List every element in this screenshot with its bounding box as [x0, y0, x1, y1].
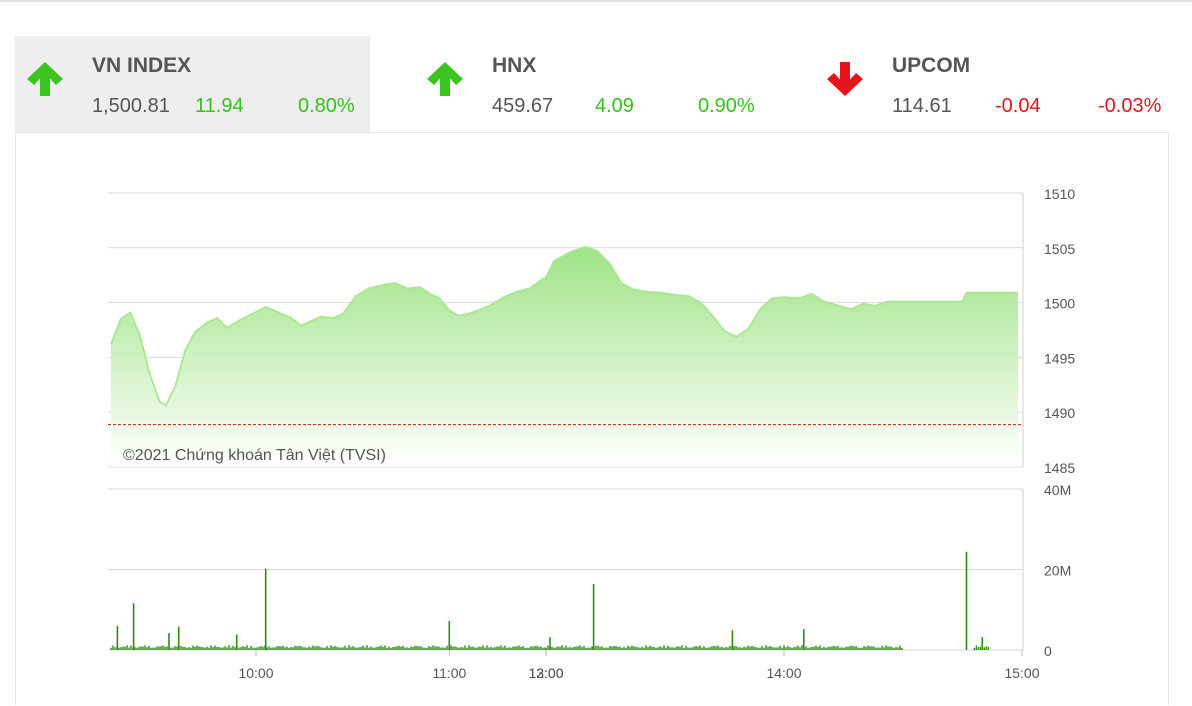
index-value: 459.67	[492, 95, 554, 117]
arrow-up-icon	[427, 62, 463, 96]
index-change: 4.09	[595, 95, 634, 117]
arrow-up-icon	[27, 62, 63, 96]
arrow-down-icon	[827, 62, 863, 96]
price-axis-label: 1510	[1044, 186, 1075, 202]
chart-panel: 1510 1505 1500 1495 1490 1485 ©2021 Chứng khoá…	[15, 132, 1169, 705]
index-name: UPCOM	[892, 54, 971, 77]
index-change: 11.94	[195, 95, 244, 117]
index-value: 1,500.81	[92, 95, 170, 117]
x-axis-label: 10:00	[238, 665, 273, 681]
volume-axis-label: 0	[1044, 643, 1052, 659]
index-value: 114.61	[892, 95, 952, 117]
index-tab-vn-index[interactable]: VN INDEX 1,500.81 11.94 0.80%	[15, 36, 370, 132]
x-axis-label: 11:00	[432, 665, 466, 681]
top-divider	[0, 0, 1192, 2]
index-change: -0.04	[995, 95, 1041, 117]
copyright-label: ©2021 Chứng khoán Tân Việt (TVSI)	[123, 447, 386, 464]
x-axis-label: 15:00	[1004, 665, 1039, 681]
index-tab-upcom[interactable]: UPCOM 114.61 -0.04 -0.03%	[815, 36, 1170, 132]
index-percent: 0.80%	[298, 95, 355, 117]
x-axis-label: 14:00	[766, 665, 801, 681]
index-percent: -0.03%	[1098, 95, 1162, 117]
index-percent: 0.90%	[698, 95, 755, 117]
price-axis-label: 1505	[1044, 241, 1075, 257]
index-name: VN INDEX	[92, 54, 192, 77]
price-area	[111, 246, 1018, 467]
volume-axis-label: 20M	[1044, 563, 1071, 579]
index-chart: 1510 1505 1500 1495 1490 1485 ©2021 Chứng khoá…	[108, 186, 1075, 681]
price-axis-label: 1490	[1044, 405, 1075, 421]
index-tab-hnx[interactable]: HNX 459.67 4.09 0.90%	[415, 36, 770, 132]
price-axis-label: 1485	[1044, 460, 1075, 476]
price-axis-label: 1495	[1044, 350, 1075, 366]
volume-axis-label: 40M	[1044, 482, 1071, 498]
index-name: HNX	[492, 54, 537, 77]
price-axis-label: 1500	[1044, 296, 1075, 312]
x-axis-label: 13:00	[528, 665, 563, 681]
